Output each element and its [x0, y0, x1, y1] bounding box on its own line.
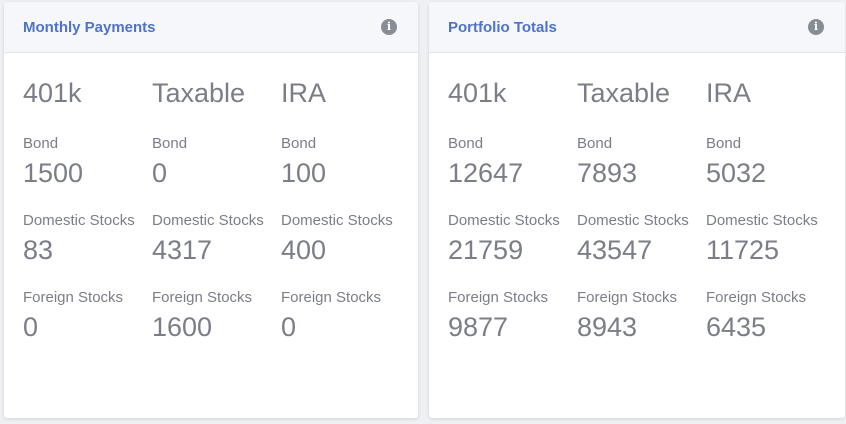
value-cell: 1600 — [152, 312, 213, 342]
row-label: Foreign Stocks — [577, 289, 678, 306]
row-label: Foreign Stocks — [706, 289, 807, 306]
portfolio-totals-card: Portfolio Totals i 401k Taxable IRA Bond… — [429, 2, 845, 418]
row-label: Bond — [577, 135, 613, 152]
value-cell: 12647 — [448, 158, 524, 188]
row-label: Foreign Stocks — [152, 289, 253, 306]
payments-grid: 401k Taxable IRA Bond Bond Bond 1500 0 1… — [23, 74, 410, 343]
value-cell: 83 — [23, 235, 54, 265]
value-cell: 4317 — [152, 235, 213, 265]
value-cell: 7893 — [577, 158, 638, 188]
value-cell: 0 — [152, 158, 168, 188]
row-label: Bond — [23, 135, 59, 152]
value-cell: 0 — [281, 312, 297, 342]
card-title: Monthly Payments — [23, 19, 156, 36]
row-label: Foreign Stocks — [281, 289, 382, 306]
column-header-taxable: Taxable — [152, 78, 246, 108]
card-header: Portfolio Totals i — [429, 2, 845, 53]
row-label: Foreign Stocks — [23, 289, 124, 306]
value-cell: 43547 — [577, 235, 653, 265]
info-icon[interactable]: i — [381, 19, 397, 35]
value-cell: 8943 — [577, 312, 638, 342]
row-label: Domestic Stocks — [577, 212, 689, 229]
row-label: Domestic Stocks — [152, 212, 264, 229]
card-header: Monthly Payments i — [4, 2, 418, 53]
row-label: Domestic Stocks — [23, 212, 135, 229]
value-cell: 6435 — [706, 312, 767, 342]
value-cell: 100 — [281, 158, 327, 188]
value-cell: 11725 — [706, 235, 780, 265]
monthly-payments-card: Monthly Payments i 401k Taxable IRA Bond… — [4, 2, 418, 418]
row-label: Bond — [706, 135, 742, 152]
row-label: Domestic Stocks — [706, 212, 818, 229]
row-label: Domestic Stocks — [281, 212, 393, 229]
value-cell: 1500 — [23, 158, 84, 188]
row-label: Bond — [448, 135, 484, 152]
card-title: Portfolio Totals — [448, 19, 557, 36]
column-header-401k: 401k — [448, 78, 507, 108]
row-label: Foreign Stocks — [448, 289, 549, 306]
value-cell: 400 — [281, 235, 327, 265]
row-label: Domestic Stocks — [448, 212, 560, 229]
info-icon[interactable]: i — [808, 19, 824, 35]
dashboard: Monthly Payments i 401k Taxable IRA Bond… — [0, 0, 846, 424]
column-header-401k: 401k — [23, 78, 82, 108]
column-header-ira: IRA — [706, 78, 752, 108]
column-header-taxable: Taxable — [577, 78, 671, 108]
totals-grid: 401k Taxable IRA Bond Bond Bond 12647 78… — [448, 74, 835, 343]
row-label: Bond — [281, 135, 317, 152]
value-cell: 0 — [23, 312, 39, 342]
row-label: Bond — [152, 135, 188, 152]
column-header-ira: IRA — [281, 78, 327, 108]
value-cell: 5032 — [706, 158, 767, 188]
value-cell: 9877 — [448, 312, 509, 342]
value-cell: 21759 — [448, 235, 524, 265]
